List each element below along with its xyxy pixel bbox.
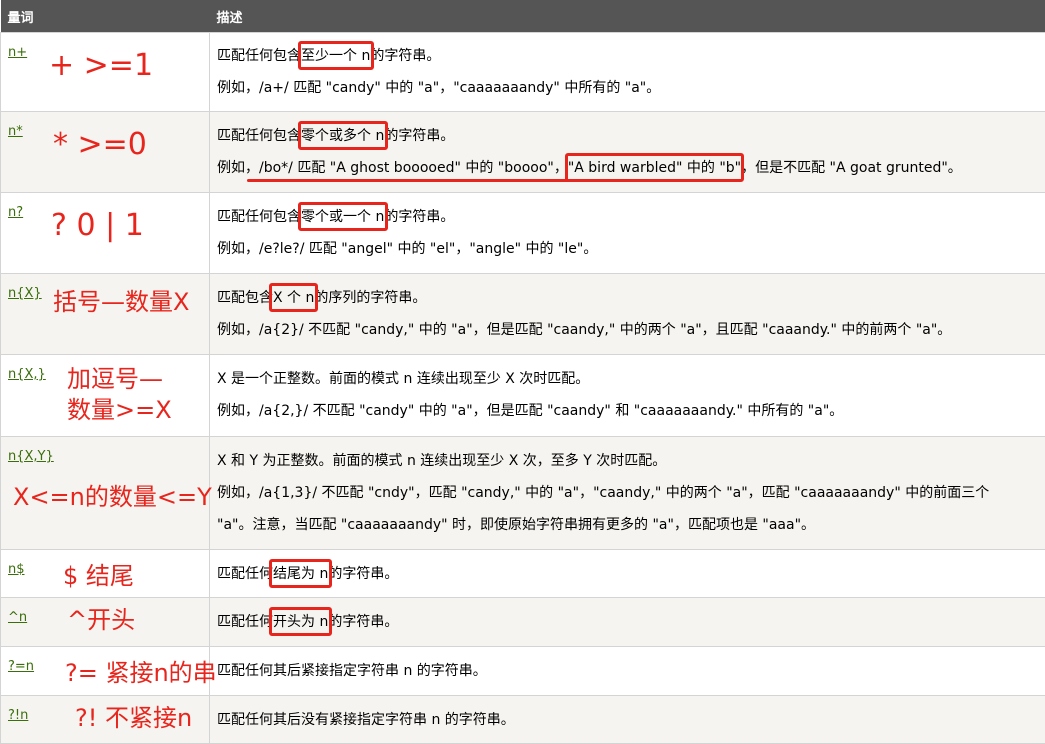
description-cell: 匹配任何开头为 n的字符串。 xyxy=(210,598,1045,647)
description-text: X 和 Y 为正整数。前面的模式 n 连续出现至少 X 次，至多 Y 次时匹配。 xyxy=(217,445,1039,477)
annotation: ?! 不紧接n xyxy=(75,706,192,730)
underlined-text: /bo*/ 匹配 "A ghost booooed" 中的 "boooo"， xyxy=(259,160,568,176)
quantifier-cell: n+ + >=1 xyxy=(1,33,210,112)
table-row: ^n ^开头 匹配任何开头为 n的字符串。 xyxy=(1,598,1045,647)
highlighted-text: "A bird warbled" 中的 "b" xyxy=(568,160,741,176)
quantifier-link-n-plus[interactable]: n+ xyxy=(8,45,27,60)
quantifier-cell: ?!n ?! 不紧接n xyxy=(1,696,210,744)
quantifier-link-negative-lookahead[interactable]: ?!n xyxy=(8,708,28,723)
annotation: 加逗号— xyxy=(67,367,163,391)
description-text: 匹配任何其后紧接指定字符串 n 的字符串。 xyxy=(217,655,1039,687)
description-cell: X 和 Y 为正整数。前面的模式 n 连续出现至少 X 次，至多 Y 次时匹配。… xyxy=(210,437,1045,550)
quantifier-link-n-x[interactable]: n{X} xyxy=(8,286,42,301)
quantifier-link-n-question[interactable]: n? xyxy=(8,205,23,220)
table-row: n+ + >=1 匹配任何包含至少一个 n的字符串。 例如，/a+/ 匹配 "c… xyxy=(1,33,1045,112)
highlighted-text: 至少一个 n xyxy=(301,48,370,64)
highlighted-text: 零个或一个 n xyxy=(301,209,384,225)
description-cell: 匹配任何包含零个或一个 n的字符串。 例如，/e?le?/ 匹配 "angel"… xyxy=(210,193,1045,274)
description-cell: 匹配任何包含零个或多个 n的字符串。 例如，/bo*/ 匹配 "A ghost … xyxy=(210,112,1045,193)
quantifier-cell: n{X} 括号—数量X xyxy=(1,274,210,355)
table-row: n$ $ 结尾 匹配任何结尾为 n的字符串。 xyxy=(1,550,1045,598)
example-text: "a"。注意，当匹配 "caaaaaaandy" 时，即使原始字符串拥有更多的 … xyxy=(217,509,1039,541)
header-quantifier: 量词 xyxy=(1,0,210,33)
annotation: X<=n的数量<=Y xyxy=(13,485,212,509)
table-row: ?=n ?= 紧接n的串 匹配任何其后紧接指定字符串 n 的字符串。 xyxy=(1,647,1045,696)
quantifier-link-n-x-comma[interactable]: n{X,} xyxy=(8,367,46,382)
quantifier-link-n-star[interactable]: n* xyxy=(8,124,23,139)
annotation: 括号—数量X xyxy=(53,290,189,314)
example-text: 例如，/a{2,}/ 不匹配 "candy" 中的 "a"，但是匹配 "caan… xyxy=(217,395,1039,427)
quantifier-cell: n{X,Y} X<=n的数量<=Y xyxy=(1,437,210,550)
highlighted-text: 零个或多个 n xyxy=(301,128,384,144)
annotation: * >=0 xyxy=(53,130,147,160)
quantifier-cell: n? ? 0 | 1 xyxy=(1,193,210,274)
description-cell: 匹配包含X 个 n的序列的字符串。 例如，/a{2}/ 不匹配 "candy,"… xyxy=(210,274,1045,355)
quantifier-cell: n{X,} 加逗号— 数量>=X xyxy=(1,355,210,437)
table-row: n{X,Y} X<=n的数量<=Y X 和 Y 为正整数。前面的模式 n 连续出… xyxy=(1,437,1045,550)
annotation: $ 结尾 xyxy=(63,564,134,588)
highlighted-text: X 个 n xyxy=(273,290,314,306)
table-row: n{X} 括号—数量X 匹配包含X 个 n的序列的字符串。 例如，/a{2}/ … xyxy=(1,274,1045,355)
description-cell: X 是一个正整数。前面的模式 n 连续出现至少 X 次时匹配。 例如，/a{2,… xyxy=(210,355,1045,437)
annotation: ^开头 xyxy=(67,608,135,632)
annotation: + >=1 xyxy=(49,51,153,81)
highlighted-text: 开头为 n xyxy=(273,614,328,630)
annotation: 数量>=X xyxy=(67,398,172,422)
quantifier-link-n-dollar[interactable]: n$ xyxy=(8,562,25,577)
annotation: ? 0 | 1 xyxy=(51,211,144,241)
description-text: X 是一个正整数。前面的模式 n 连续出现至少 X 次时匹配。 xyxy=(217,363,1039,395)
highlighted-text: 结尾为 n xyxy=(273,566,328,582)
underline-mark xyxy=(247,179,572,182)
quantifier-cell: ?=n ?= 紧接n的串 xyxy=(1,647,210,696)
quantifier-cell: n$ $ 结尾 xyxy=(1,550,210,598)
table-row: n{X,} 加逗号— 数量>=X X 是一个正整数。前面的模式 n 连续出现至少… xyxy=(1,355,1045,437)
table-row: n* * >=0 匹配任何包含零个或多个 n的字符串。 例如，/bo*/ 匹配 … xyxy=(1,112,1045,193)
table-row: ?!n ?! 不紧接n 匹配任何其后没有紧接指定字符串 n 的字符串。 xyxy=(1,696,1045,744)
example-text: 例如，/e?le?/ 匹配 "angel" 中的 "el"，"angle" 中的… xyxy=(217,233,1039,265)
example-text: 例如，/a+/ 匹配 "candy" 中的 "a"，"caaaaaaandy" … xyxy=(217,72,1039,104)
table-row: n? ? 0 | 1 匹配任何包含零个或一个 n的字符串。 例如，/e?le?/… xyxy=(1,193,1045,274)
description-cell: 匹配任何包含至少一个 n的字符串。 例如，/a+/ 匹配 "candy" 中的 … xyxy=(210,33,1045,112)
quantifier-link-n-x-y[interactable]: n{X,Y} xyxy=(8,449,54,464)
quantifier-table: 量词 描述 n+ + >=1 匹配任何包含至少一个 n的字符串。 例如，/a+/… xyxy=(0,0,1045,744)
description-text: 匹配任何包含 xyxy=(217,48,301,64)
example-text: 例如，/a{2}/ 不匹配 "candy," 中的 "a"，但是匹配 "caan… xyxy=(217,314,1039,346)
description-cell: 匹配任何结尾为 n的字符串。 xyxy=(210,550,1045,598)
description-text: 匹配任何其后没有紧接指定字符串 n 的字符串。 xyxy=(217,704,1039,736)
header-description: 描述 xyxy=(210,0,1045,33)
quantifier-link-caret-n[interactable]: ^n xyxy=(8,610,27,625)
example-text: 例如，/a{1,3}/ 不匹配 "cndy"，匹配 "candy," 中的 "a… xyxy=(217,477,1039,509)
quantifier-cell: ^n ^开头 xyxy=(1,598,210,647)
table-header-row: 量词 描述 xyxy=(1,0,1045,33)
description-cell: 匹配任何其后紧接指定字符串 n 的字符串。 xyxy=(210,647,1045,696)
quantifier-cell: n* * >=0 xyxy=(1,112,210,193)
quantifier-link-lookahead[interactable]: ?=n xyxy=(8,659,34,674)
annotation: ?= 紧接n的串 xyxy=(65,661,217,685)
description-cell: 匹配任何其后没有紧接指定字符串 n 的字符串。 xyxy=(210,696,1045,744)
